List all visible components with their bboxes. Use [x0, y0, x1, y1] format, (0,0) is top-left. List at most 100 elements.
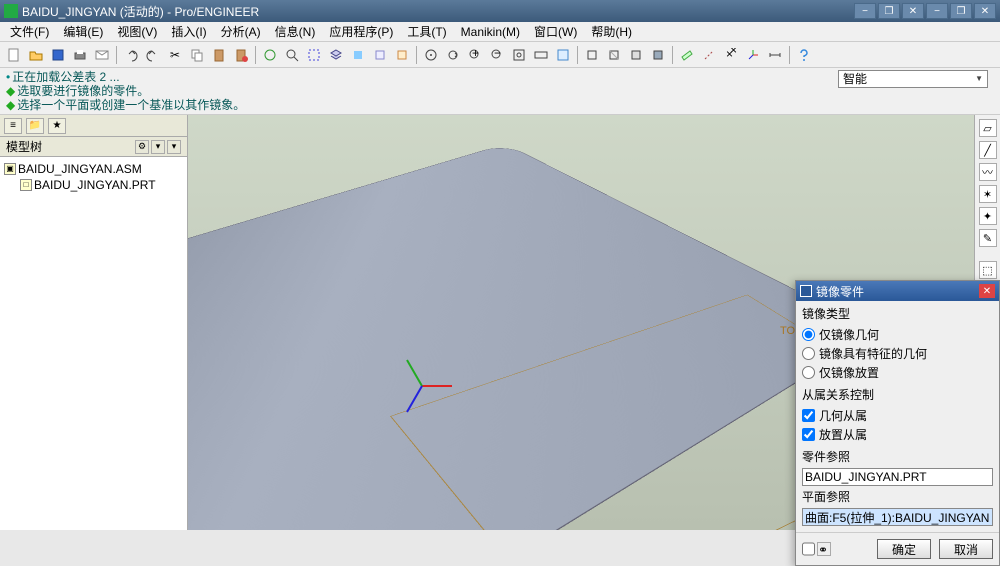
inner-minimize-button[interactable]: −	[926, 3, 948, 19]
svg-text:−: −	[494, 48, 501, 60]
plane-ref-field[interactable]: 曲面:F5(拉伸_1):BAIDU_JINGYAN	[802, 508, 993, 526]
shade-4[interactable]	[648, 45, 668, 65]
open-button[interactable]	[26, 45, 46, 65]
msg-2: 选取要进行镜像的零件。	[17, 84, 149, 98]
menu-info[interactable]: 信息(N)	[269, 21, 322, 42]
menu-view[interactable]: 视图(V)	[111, 21, 163, 42]
undo-button[interactable]	[121, 45, 141, 65]
menu-file[interactable]: 文件(F)	[4, 21, 55, 42]
tree-child[interactable]: □BAIDU_JINGYAN.PRT	[4, 177, 183, 193]
dependency-label: 从属关系控制	[802, 386, 993, 403]
shade-3[interactable]	[626, 45, 646, 65]
plane-ref-label: 平面参照	[802, 488, 993, 505]
refit-button[interactable]	[531, 45, 551, 65]
app-icon	[4, 4, 18, 18]
datum-axis-toggle[interactable]	[699, 45, 719, 65]
link-icon[interactable]: ⚭	[817, 542, 831, 556]
dialog-title: 镜像零件	[816, 283, 864, 300]
restore-button[interactable]: ❐	[878, 3, 900, 19]
menu-edit[interactable]: 编辑(E)	[57, 21, 109, 42]
rt-axis[interactable]: ╱	[979, 141, 997, 159]
rt-plane[interactable]: ▱	[979, 119, 997, 137]
tree-tabs: ≡ 📁 ★	[0, 115, 187, 137]
tool-b[interactable]	[370, 45, 390, 65]
saved-view[interactable]	[553, 45, 573, 65]
cut-button[interactable]: ✂	[165, 45, 185, 65]
datum-csys-toggle[interactable]	[743, 45, 763, 65]
zoom-in[interactable]: +	[465, 45, 485, 65]
paste-button[interactable]	[209, 45, 229, 65]
regen-button[interactable]	[260, 45, 280, 65]
save-button[interactable]	[48, 45, 68, 65]
menu-insert[interactable]: 插入(I)	[165, 21, 212, 42]
dialog-title-bar[interactable]: 镜像零件 ✕	[796, 281, 999, 301]
opt-placement-only[interactable]: 仅镜像放置	[802, 363, 993, 382]
mirror-part-dialog: 镜像零件 ✕ 镜像类型 仅镜像几何 镜像具有特征的几何 仅镜像放置 从属关系控制…	[795, 280, 1000, 566]
rt-sketch[interactable]: ✎	[979, 229, 997, 247]
opt-geom-feat[interactable]: 镜像具有特征的几何	[802, 344, 993, 363]
datum-point-toggle[interactable]: ××	[721, 45, 741, 65]
tree-header: 模型树 ⚙ ▾ ▾	[0, 137, 187, 157]
cancel-button[interactable]: 取消	[939, 539, 993, 559]
select-button[interactable]	[304, 45, 324, 65]
redo-button[interactable]	[143, 45, 163, 65]
inner-restore-button[interactable]: ❐	[950, 3, 972, 19]
rt-curve[interactable]: 〰	[979, 163, 997, 181]
zoom-out[interactable]: −	[487, 45, 507, 65]
part-geometry	[188, 144, 879, 530]
tree-tool-2[interactable]: ▾	[151, 140, 165, 154]
dialog-close-button[interactable]: ✕	[979, 284, 995, 298]
chk-geom-dep[interactable]: 几何从属	[802, 406, 993, 425]
menu-analyze[interactable]: 分析(A)	[215, 21, 267, 42]
tree-tab-1[interactable]: ≡	[4, 118, 22, 134]
title-bar: BAIDU_JINGYAN (活动的) - Pro/ENGINEER − ❐ ✕…	[0, 0, 1000, 22]
part-ref-field[interactable]: BAIDU_JINGYAN.PRT	[802, 468, 993, 486]
svg-text:+: +	[472, 48, 479, 60]
copy-button[interactable]	[187, 45, 207, 65]
rt-point[interactable]: ✶	[979, 185, 997, 203]
tree-tool-1[interactable]: ⚙	[135, 140, 149, 154]
shade-2[interactable]	[604, 45, 624, 65]
tool-c[interactable]	[392, 45, 412, 65]
rt-assemble[interactable]: ⬚	[979, 261, 997, 279]
menu-manikin[interactable]: Manikin(M)	[455, 23, 526, 41]
menu-bar: 文件(F) 编辑(E) 视图(V) 插入(I) 分析(A) 信息(N) 应用程序…	[0, 22, 1000, 42]
tree-tab-3[interactable]: ★	[48, 118, 66, 134]
svg-text:×: ×	[730, 48, 737, 57]
new-button[interactable]	[4, 45, 24, 65]
dlg-link-chk[interactable]	[802, 542, 815, 556]
minimize-button[interactable]: −	[854, 3, 876, 19]
chk-place-dep[interactable]: 放置从属	[802, 425, 993, 444]
close-button[interactable]: ✕	[902, 3, 924, 19]
window-title: BAIDU_JINGYAN (活动的) - Pro/ENGINEER	[22, 3, 259, 20]
tree-root[interactable]: ▣BAIDU_JINGYAN.ASM	[4, 161, 183, 177]
mail-button[interactable]	[92, 45, 112, 65]
menu-window[interactable]: 窗口(W)	[528, 21, 583, 42]
annot-toggle[interactable]	[765, 45, 785, 65]
tree-tab-2[interactable]: 📁	[26, 118, 44, 134]
help-icon[interactable]	[794, 45, 814, 65]
paste-special-button[interactable]	[231, 45, 251, 65]
zoom-fit[interactable]	[509, 45, 529, 65]
menu-app[interactable]: 应用程序(P)	[323, 21, 399, 42]
tool-a[interactable]	[348, 45, 368, 65]
datum-plane-toggle[interactable]	[677, 45, 697, 65]
layer-button[interactable]	[326, 45, 346, 65]
filter-combo[interactable]: 智能▼	[838, 70, 988, 88]
msg-1: 正在加载公差表 2 ...	[12, 70, 119, 84]
rt-csys[interactable]: ✦	[979, 207, 997, 225]
tree-tool-3[interactable]: ▾	[167, 140, 181, 154]
message-area: •正在加载公差表 2 ... ◆选取要进行镜像的零件。 ◆选择一个平面或创建一个…	[0, 68, 1000, 115]
menu-tools[interactable]: 工具(T)	[401, 21, 452, 42]
menu-help[interactable]: 帮助(H)	[585, 21, 638, 42]
view-spin[interactable]	[443, 45, 463, 65]
ok-button[interactable]: 确定	[877, 539, 931, 559]
view-center[interactable]	[421, 45, 441, 65]
opt-geom-only[interactable]: 仅镜像几何	[802, 325, 993, 344]
msg-3: 选择一个平面或创建一个基准以其作镜象。	[17, 98, 245, 112]
shade-1[interactable]	[582, 45, 602, 65]
find-button[interactable]	[282, 45, 302, 65]
model-tree[interactable]: ▣BAIDU_JINGYAN.ASM □BAIDU_JINGYAN.PRT	[0, 157, 187, 530]
print-button[interactable]	[70, 45, 90, 65]
inner-close-button[interactable]: ✕	[974, 3, 996, 19]
